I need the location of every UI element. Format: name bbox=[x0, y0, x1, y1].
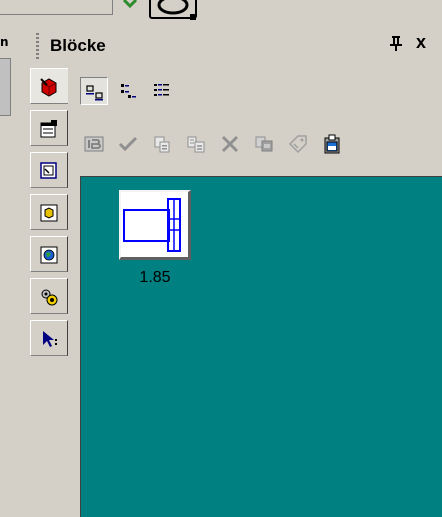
delete-button[interactable] bbox=[216, 130, 244, 158]
accept-button[interactable] bbox=[114, 130, 142, 158]
panel-grip[interactable] bbox=[36, 33, 39, 59]
tab-globe[interactable] bbox=[30, 236, 68, 272]
view-details-icon bbox=[154, 84, 169, 96]
red-cube-icon bbox=[40, 78, 57, 97]
paste-button[interactable] bbox=[318, 130, 346, 158]
properties-icon bbox=[40, 120, 57, 138]
view-list-icon bbox=[121, 84, 136, 98]
tab-layout[interactable] bbox=[30, 152, 68, 188]
copy-icon bbox=[154, 136, 170, 153]
tab-select[interactable] bbox=[30, 320, 68, 356]
left-pane-scrollbar[interactable] bbox=[0, 58, 11, 116]
block-label: 1.85 bbox=[139, 269, 171, 286]
yellow-box-icon bbox=[40, 204, 58, 222]
checkmark-icon bbox=[118, 136, 138, 152]
tag-icon bbox=[288, 135, 307, 154]
view-list-button[interactable] bbox=[114, 77, 142, 105]
insert-block-icon bbox=[84, 136, 104, 152]
left-pane-label: n bbox=[0, 35, 9, 49]
document-tab-edge[interactable] bbox=[0, 0, 113, 15]
tag-button[interactable] bbox=[284, 130, 312, 158]
view-large-icons-icon bbox=[86, 85, 103, 101]
duplicate-icon bbox=[255, 136, 273, 152]
top-strip bbox=[0, 0, 442, 24]
view-details-button[interactable] bbox=[148, 77, 176, 105]
rename-icon bbox=[187, 136, 205, 153]
toolbar-fragment-icon bbox=[122, 0, 197, 20]
block-symbol-icon bbox=[123, 198, 181, 252]
tab-settings[interactable] bbox=[30, 278, 68, 314]
layout-frame-icon bbox=[40, 162, 57, 179]
blocks-list-view[interactable]: 1.85 bbox=[80, 176, 442, 517]
left-pane-edge: n bbox=[0, 24, 28, 517]
tab-objects[interactable] bbox=[30, 194, 68, 230]
tab-properties[interactable] bbox=[30, 110, 68, 146]
block-item[interactable]: 1.85 bbox=[119, 190, 195, 287]
copy-button[interactable] bbox=[148, 130, 176, 158]
gears-icon bbox=[41, 289, 58, 306]
rename-button[interactable] bbox=[182, 130, 210, 158]
globe-icon bbox=[40, 246, 58, 264]
blocks-panel: Blöcke x 1.85 bbox=[28, 24, 442, 517]
view-large-icons-button[interactable] bbox=[80, 77, 108, 105]
pin-icon[interactable] bbox=[389, 35, 403, 51]
tab-blocks[interactable] bbox=[30, 68, 68, 104]
block-thumbnail[interactable] bbox=[119, 190, 191, 260]
duplicate-button[interactable] bbox=[250, 130, 278, 158]
close-icon[interactable]: x bbox=[416, 33, 426, 51]
arrow-pointer-icon bbox=[43, 331, 57, 347]
clipboard-paste-icon bbox=[324, 134, 340, 154]
insert-block-button[interactable] bbox=[80, 130, 108, 158]
delete-icon bbox=[221, 135, 239, 153]
panel-title: Blöcke bbox=[50, 36, 106, 55]
